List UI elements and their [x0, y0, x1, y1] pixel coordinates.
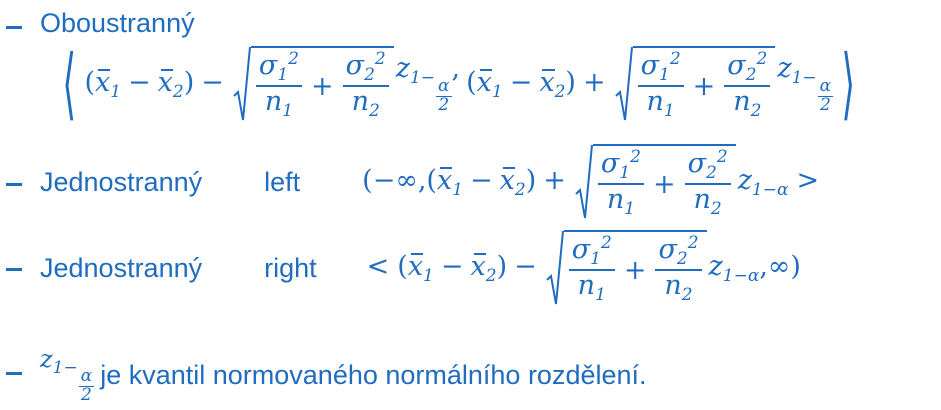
interval-two-sided-formula: ⟨ (x1− x2) − σ12 n1 + σ22 n2 z1− α 2, (x1− x2) +… — [54, 34, 864, 134]
formula-part: (−∞,(x1− x2) + — [362, 164, 566, 200]
formula-part: (x1− x2) + — [466, 66, 606, 102]
square-root: σ12 n1 + σ22 n2 — [546, 230, 707, 306]
formula-part: (x1− x2) − — [84, 66, 224, 102]
bullet-dash — [6, 372, 22, 375]
interval-right: Jednostranný right < (x1− x2) − σ12 n1 + σ22… — [40, 228, 801, 308]
interval-left: Jednostranný left (−∞,(x1− x2) + σ12 n1 + σ… — [40, 142, 819, 222]
quantile-note: z1− α 2 je kvantil normovaného normálního … — [40, 345, 647, 404]
side-label: left — [264, 166, 301, 197]
side-label: right — [264, 252, 317, 283]
item-label: Jednostranný — [40, 166, 203, 197]
bullet-dash — [6, 183, 22, 186]
quantile: z1− α 2 — [40, 345, 95, 405]
formula-part: < (x1− x2) − — [366, 250, 537, 286]
square-root: σ12 n1 + σ22 n2 — [233, 46, 394, 122]
item-label: Jednostranný — [40, 252, 203, 283]
quantile: z1−α > — [737, 164, 820, 200]
bullet-dash — [6, 268, 22, 271]
note-text: je kvantil normovaného normálního rozděl… — [100, 359, 647, 390]
right-angle-bracket: ⟩ — [841, 39, 856, 129]
quantile: z1−α,∞) — [708, 250, 801, 286]
quantile: z1− α 2, — [395, 53, 461, 115]
square-root: σ12 n1 + σ22 n2 — [614, 46, 776, 122]
square-root: σ12 n1 + σ22 n2 — [575, 144, 736, 220]
bullet-dash — [6, 26, 22, 29]
left-angle-bracket: ⟨ — [62, 39, 77, 129]
quantile: z1− α 2 — [777, 53, 834, 115]
